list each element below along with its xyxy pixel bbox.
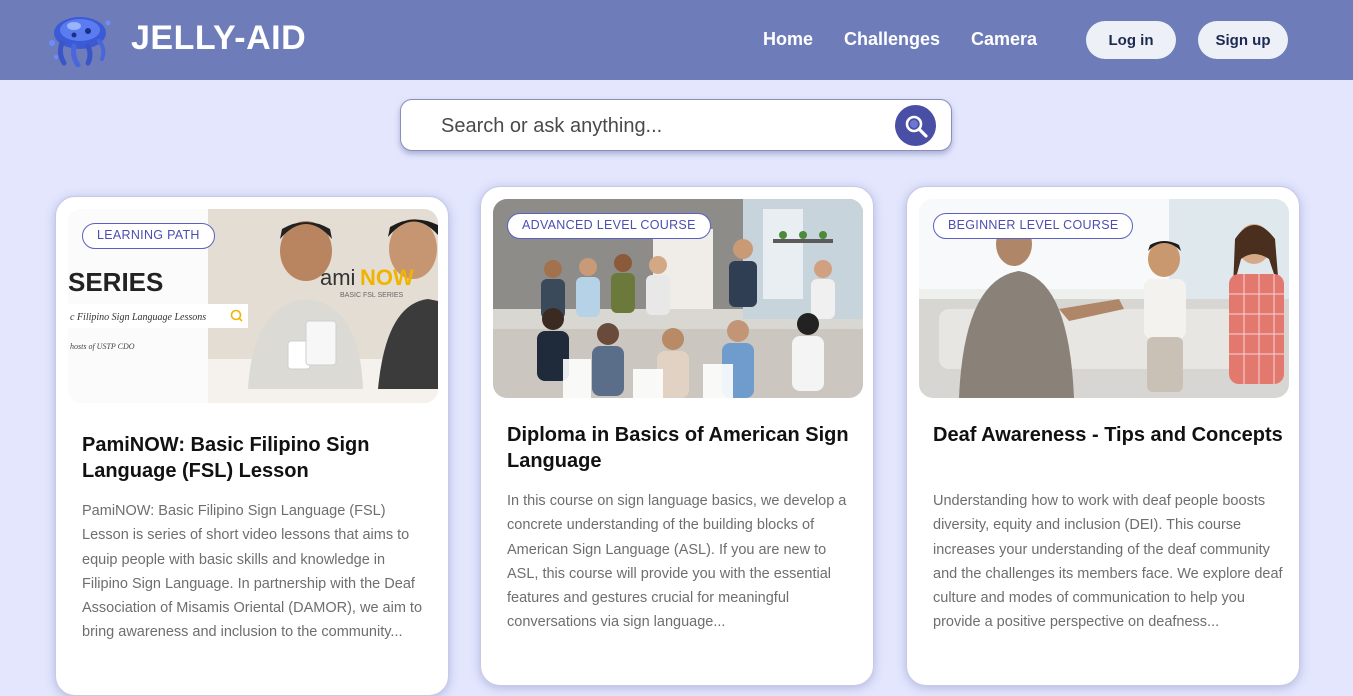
course-type-badge: LEARNING PATH	[82, 223, 215, 249]
course-description: In this course on sign language basics, …	[507, 493, 847, 631]
thumbnail-hosts-text: hosts of USTP CDO	[70, 342, 135, 351]
nav-challenges-link[interactable]: Challenges	[844, 28, 940, 50]
navbar: JELLY-AID Home Challenges Camera Log in …	[0, 0, 1353, 80]
course-type-badge: ADVANCED LEVEL COURSE	[507, 213, 711, 239]
search-bar	[400, 99, 952, 151]
course-title[interactable]: Diploma in Basics of American Sign Langu…	[507, 422, 857, 474]
login-button[interactable]: Log in	[1086, 21, 1176, 59]
course-card[interactable]: ADVANCED LEVEL COURSE Diploma in Basics …	[480, 186, 874, 686]
thumbnail-series-text: SERIES	[68, 267, 163, 297]
search-button[interactable]	[895, 105, 936, 146]
course-card[interactable]: SERIES ami NOW BASIC FSL SERIES c Filipi…	[55, 196, 449, 696]
thumbnail-logo-now: NOW	[360, 265, 414, 290]
thumbnail-logo-pami: ami	[320, 265, 355, 290]
nav-home-link[interactable]: Home	[763, 28, 813, 50]
signup-button[interactable]: Sign up	[1198, 21, 1288, 59]
course-type-badge: BEGINNER LEVEL COURSE	[933, 213, 1134, 239]
search-input[interactable]	[441, 112, 881, 140]
search-icon	[905, 115, 928, 138]
course-description: Understanding how to work with deaf peop…	[933, 493, 1283, 631]
brand-name[interactable]: JELLY-AID	[131, 18, 306, 58]
course-card[interactable]: BEGINNER LEVEL COURSE Deaf Awareness - T…	[906, 186, 1300, 686]
thumbnail-logo-sub: BASIC FSL SERIES	[340, 292, 403, 299]
thumbnail-search-text: c Filipino Sign Language Lessons	[70, 312, 206, 323]
course-description: PamiNOW: Basic Filipino Sign Language (F…	[82, 503, 423, 641]
jellyfish-logo-icon[interactable]	[44, 13, 114, 67]
course-title[interactable]: Deaf Awareness - Tips and Concepts	[933, 422, 1283, 448]
course-title[interactable]: PamiNOW: Basic Filipino Sign Language (F…	[82, 432, 432, 484]
nav-camera-link[interactable]: Camera	[971, 28, 1037, 50]
